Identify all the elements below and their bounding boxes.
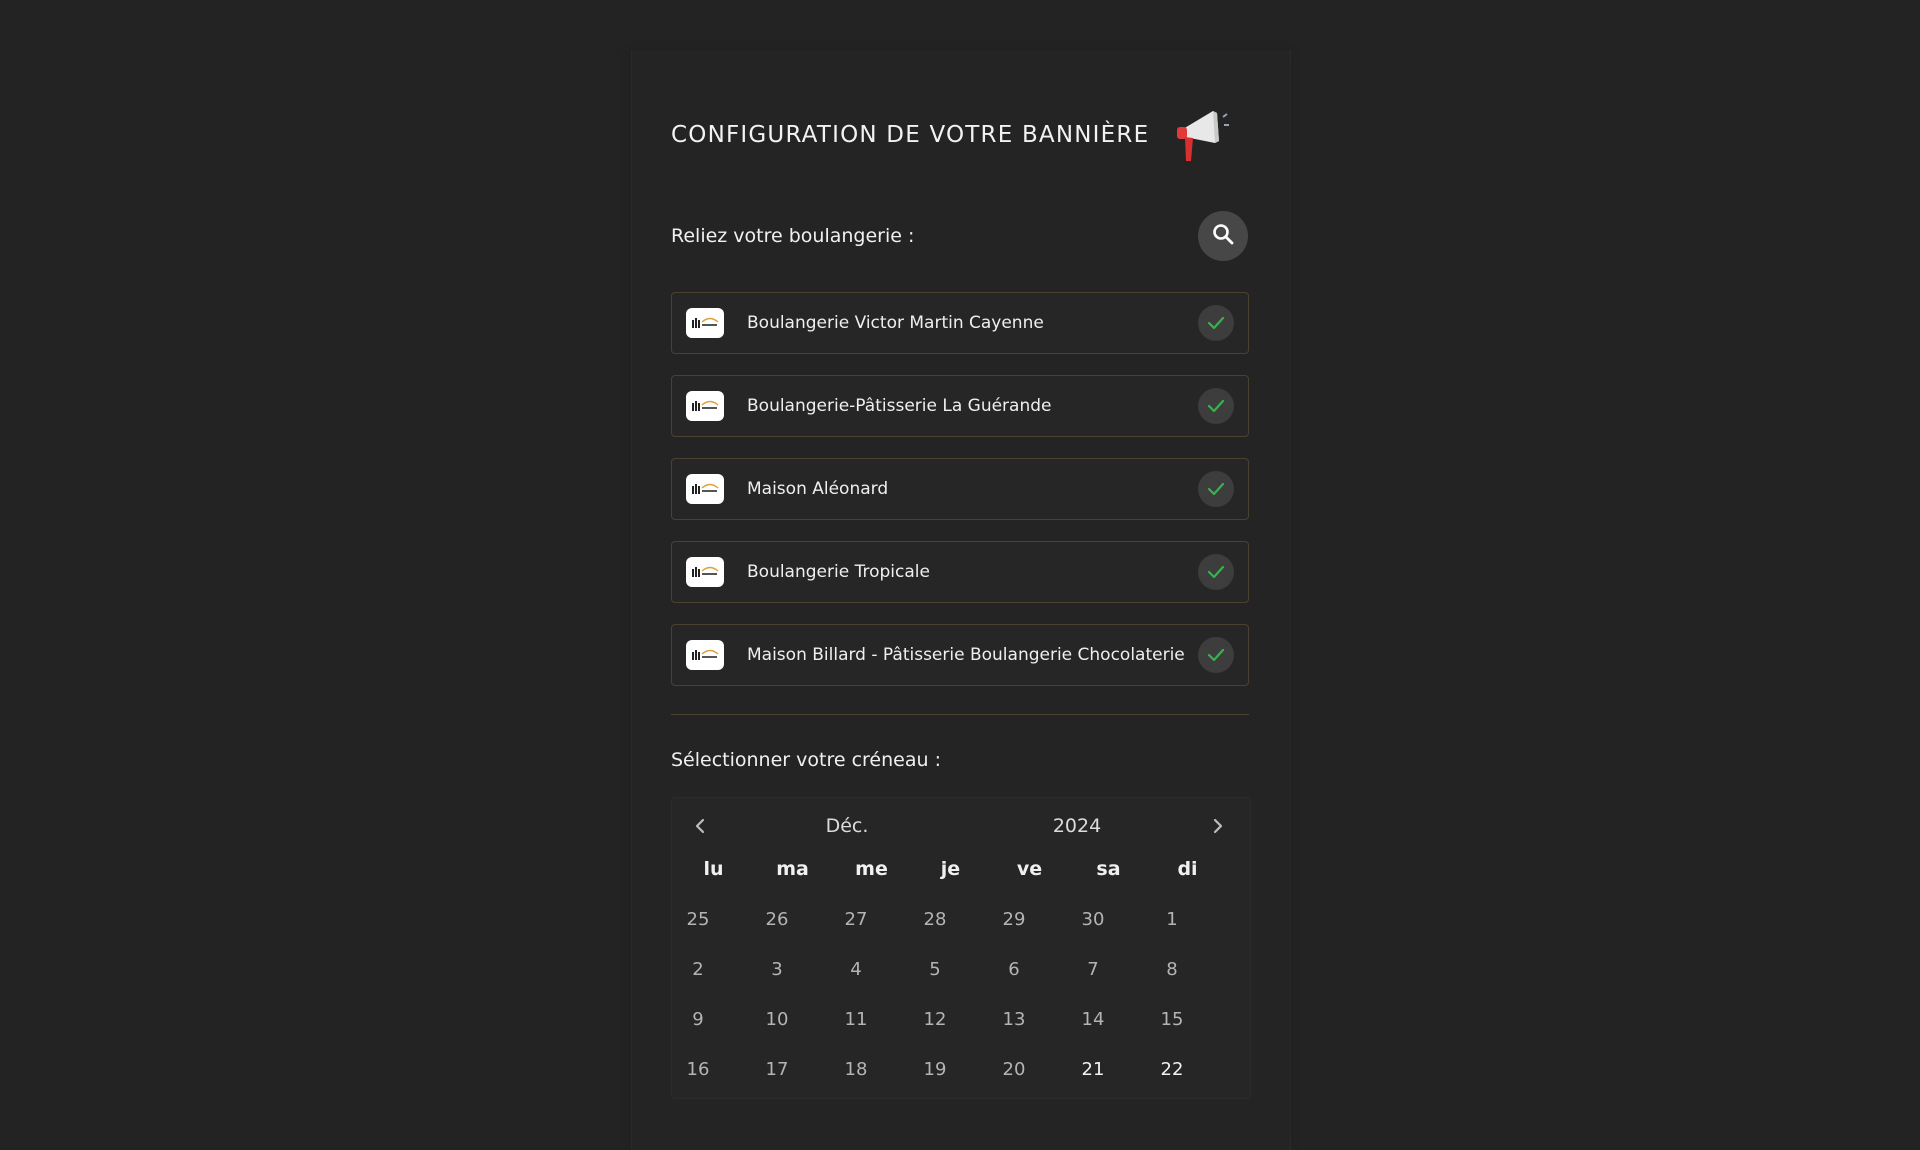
calendar-day[interactable]: 9 (673, 1009, 723, 1030)
calendar-day[interactable]: 2 (673, 959, 723, 980)
chevron-right-icon (1211, 818, 1225, 838)
section-divider (671, 714, 1249, 715)
calendar-day[interactable]: 16 (673, 1059, 723, 1080)
bakery-name: Maison Billard - Pâtisserie Boulangerie … (747, 645, 1185, 665)
calendar-day[interactable]: 3 (752, 959, 802, 980)
title-row: CONFIGURATION DE VOTRE BANNIÈRE (671, 100, 1249, 170)
megaphone-icon (1167, 103, 1231, 167)
search-icon (1212, 223, 1234, 249)
checkmark-icon[interactable] (1198, 471, 1234, 507)
calendar-year[interactable]: 2024 (1002, 815, 1152, 837)
weekday-label: ma (776, 858, 809, 880)
checkmark-icon[interactable] (1198, 388, 1234, 424)
calendar-day[interactable]: 13 (989, 1009, 1039, 1030)
bakery-item[interactable]: Boulangerie Tropicale (671, 541, 1249, 603)
next-month-button[interactable] (1206, 816, 1230, 840)
checkmark-icon[interactable] (1198, 637, 1234, 673)
bakery-item[interactable]: Boulangerie-Pâtisserie La Guérande (671, 375, 1249, 437)
calendar-day[interactable]: 20 (989, 1059, 1039, 1080)
page-title: CONFIGURATION DE VOTRE BANNIÈRE (671, 122, 1150, 148)
bakery-name: Boulangerie-Pâtisserie La Guérande (747, 396, 1052, 416)
checkmark-icon[interactable] (1198, 305, 1234, 341)
bakery-list: Boulangerie Victor Martin Cayenne Boulang… (671, 292, 1249, 707)
calendar-day[interactable]: 15 (1147, 1009, 1197, 1030)
calendar-day[interactable]: 7 (1068, 959, 1118, 980)
calendar-day[interactable]: 8 (1147, 959, 1197, 980)
calendar: Déc. 2024 lu ma me je ve sa di 25 26 27 28 29 30 1 2 3… (671, 797, 1251, 1099)
calendar-day[interactable]: 11 (831, 1009, 881, 1030)
calendar-day[interactable]: 18 (831, 1059, 881, 1080)
calendar-day[interactable]: 1 (1147, 909, 1197, 930)
weekday-label: je (940, 858, 961, 880)
calendar-day[interactable]: 5 (910, 959, 960, 980)
bakery-item[interactable]: Maison Aléonard (671, 458, 1249, 520)
calendar-day[interactable]: 30 (1068, 909, 1118, 930)
bakery-logo-icon (686, 391, 724, 421)
previous-month-button[interactable] (688, 816, 712, 840)
bakery-section-label: Reliez votre boulangerie : (671, 225, 915, 247)
calendar-day[interactable]: 19 (910, 1059, 960, 1080)
weekday-label: sa (1096, 858, 1121, 880)
bakery-logo-icon (686, 557, 724, 587)
bakery-logo-icon (686, 308, 724, 338)
calendar-day[interactable]: 28 (910, 909, 960, 930)
calendar-day[interactable]: 4 (831, 959, 881, 980)
bakery-name: Maison Aléonard (747, 479, 889, 499)
calendar-day[interactable]: 27 (831, 909, 881, 930)
bakery-logo-icon (686, 474, 724, 504)
weekday-label: di (1177, 858, 1198, 880)
weekday-label: ve (1016, 858, 1043, 880)
checkmark-icon[interactable] (1198, 554, 1234, 590)
bakery-item[interactable]: Maison Billard - Pâtisserie Boulangerie … (671, 624, 1249, 686)
calendar-day[interactable]: 25 (673, 909, 723, 930)
bakery-item[interactable]: Boulangerie Victor Martin Cayenne (671, 292, 1249, 354)
bakery-name: Boulangerie Tropicale (747, 562, 930, 582)
bakery-logo-icon (686, 640, 724, 670)
calendar-header: Déc. 2024 (672, 798, 1250, 858)
calendar-day[interactable]: 29 (989, 909, 1039, 930)
weekday-label: me (855, 858, 888, 880)
slot-section-label: Sélectionner votre créneau : (671, 749, 941, 771)
calendar-day[interactable]: 21 (1068, 1059, 1118, 1080)
calendar-day[interactable]: 14 (1068, 1009, 1118, 1030)
calendar-day[interactable]: 22 (1147, 1059, 1197, 1080)
calendar-day[interactable]: 26 (752, 909, 802, 930)
weekday-label: lu (703, 858, 724, 880)
bakery-name: Boulangerie Victor Martin Cayenne (747, 313, 1044, 333)
calendar-day[interactable]: 12 (910, 1009, 960, 1030)
calendar-day[interactable]: 10 (752, 1009, 802, 1030)
calendar-month[interactable]: Déc. (772, 815, 922, 837)
calendar-day[interactable]: 17 (752, 1059, 802, 1080)
chevron-left-icon (693, 818, 707, 838)
search-button[interactable] (1198, 211, 1248, 261)
calendar-day[interactable]: 6 (989, 959, 1039, 980)
